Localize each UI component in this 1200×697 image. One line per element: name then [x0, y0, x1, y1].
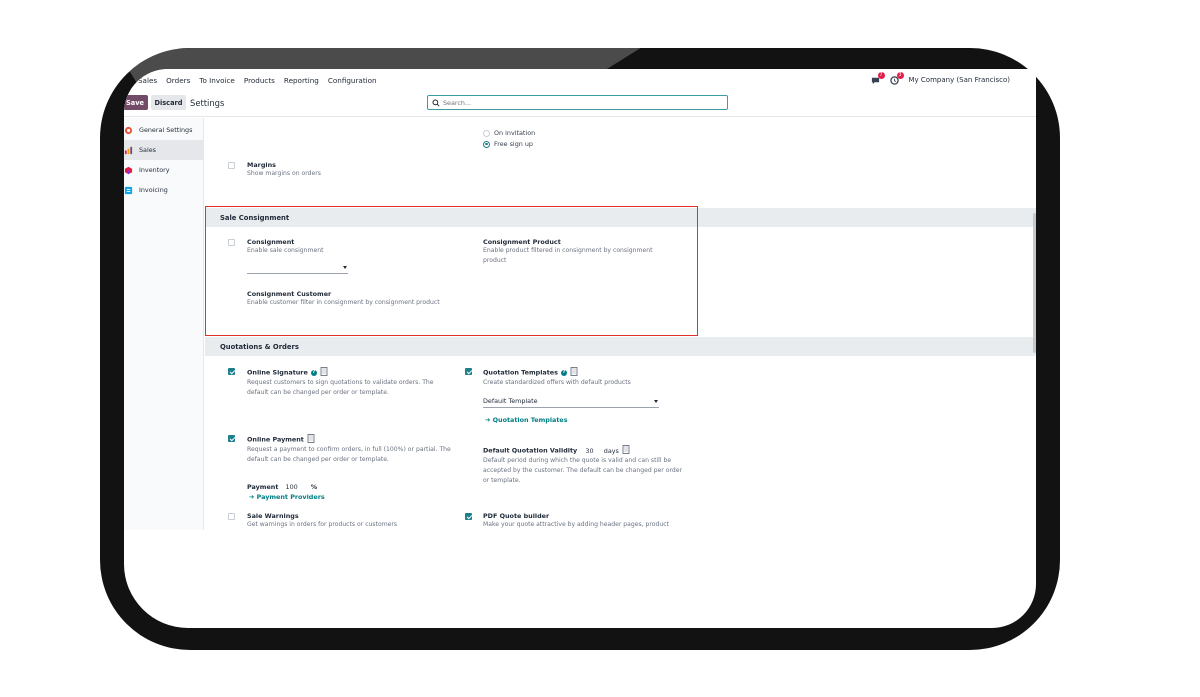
messages-badge: 7	[877, 71, 885, 79]
sale-warnings-title: Sale Warnings	[247, 512, 299, 520]
search-box[interactable]	[427, 95, 728, 110]
search-input[interactable]	[443, 98, 723, 107]
sale-warnings-desc: Get warnings in orders for products or c…	[247, 521, 398, 528]
margins-desc: Show margins on orders	[247, 170, 321, 177]
online-payment-checkbox[interactable]	[228, 435, 235, 442]
default-validity-setting: Default Quotation Validity 30 days Defau…	[483, 445, 683, 486]
sidebar-item-label: Inventory	[139, 166, 170, 174]
top-navbar: Sales Orders To Invoice Products Reporti…	[124, 69, 1036, 91]
activities-icon[interactable]: 3	[889, 71, 904, 85]
sidebar-item-sales[interactable]: Sales	[124, 140, 203, 160]
margins-title: Margins	[247, 161, 276, 169]
radio-label: Free sign up	[494, 140, 533, 148]
activities-badge: 3	[896, 71, 904, 79]
online-signature-title: Online Signature?	[247, 367, 452, 378]
discard-button[interactable]: Discard	[151, 95, 186, 110]
quotation-templates-title: Quotation Templates?	[483, 367, 683, 378]
online-signature-label: Online Signature	[247, 368, 308, 377]
online-payment-title: Online Payment	[247, 434, 452, 445]
default-template-select[interactable]: Default Template	[483, 397, 659, 408]
building-icon	[622, 445, 630, 456]
arrow-right-icon: ➔	[249, 493, 255, 501]
app-screen: Sales Orders To Invoice Products Reporti…	[124, 69, 1036, 628]
default-validity-label: Default Quotation Validity	[483, 446, 578, 455]
pdf-quote-builder-setting: PDF Quote builder Make your quote attrac…	[483, 512, 688, 530]
validity-unit: days	[603, 446, 619, 455]
help-icon[interactable]: ?	[310, 369, 317, 376]
radio-free-sign-up[interactable]: Free sign up	[483, 140, 533, 148]
quotation-templates-checkbox[interactable]	[465, 368, 472, 375]
payment-value-input[interactable]: 100	[286, 483, 298, 491]
inventory-icon	[124, 166, 133, 175]
company-switcher[interactable]: My Company (San Francisco)	[909, 76, 1010, 84]
quotation-templates-setting: Quotation Templates? Create standardized…	[483, 367, 683, 388]
quotation-templates-label: Quotation Templates	[483, 368, 558, 377]
nav-configuration[interactable]: Configuration	[328, 76, 377, 85]
radio-button[interactable]	[483, 129, 490, 137]
radio-on-invitation[interactable]: On invitation	[483, 129, 535, 137]
nav-to-invoice[interactable]: To Invoice	[199, 76, 235, 85]
navbar-systray: 7 3 My Company (San Francisco)	[871, 69, 1010, 91]
pdf-quote-builder-desc: Make your quote attractive by adding hea…	[483, 521, 669, 528]
sidebar-item-label: Sales	[139, 146, 157, 154]
sidebar-item-general-settings[interactable]: General Settings	[124, 120, 203, 140]
search-icon	[432, 98, 440, 107]
payment-providers-link-label: Payment Providers	[256, 493, 325, 501]
sidebar-item-label: General Settings	[139, 126, 193, 134]
payment-label: Payment	[247, 483, 279, 491]
invoicing-icon	[124, 186, 133, 195]
help-icon[interactable]: ?	[560, 369, 567, 376]
sales-icon	[124, 146, 133, 155]
quotation-templates-link-label: Quotation Templates	[492, 416, 568, 424]
sidebar-item-invoicing[interactable]: Invoicing	[124, 180, 203, 200]
sidebar-item-label: Invoicing	[139, 186, 168, 194]
radio-button[interactable]	[483, 140, 490, 148]
default-validity-title: Default Quotation Validity 30 days	[483, 445, 683, 456]
margins-checkbox[interactable]	[228, 162, 235, 169]
building-icon	[320, 367, 328, 378]
sale-warnings-setting: Sale Warnings Get warnings in orders for…	[247, 512, 452, 530]
page-title: Settings	[190, 98, 225, 108]
online-signature-desc: Request customers to sign quotations to …	[247, 379, 434, 396]
settings-content: On invitation Free sign up Margins Show …	[205, 118, 1036, 530]
online-signature-setting: Online Signature? Request customers to s…	[247, 367, 452, 398]
default-validity-desc: Default period during which the quote is…	[483, 457, 682, 484]
nav-products[interactable]: Products	[244, 76, 275, 85]
nav-reporting[interactable]: Reporting	[284, 76, 319, 85]
chevron-down-icon	[654, 400, 658, 403]
online-payment-setting: Online Payment Request a payment to conf…	[247, 434, 452, 465]
building-icon	[570, 367, 578, 378]
payment-unit: %	[310, 483, 318, 491]
content-scrollbar[interactable]	[1033, 213, 1036, 353]
payment-providers-link[interactable]: ➔ Payment Providers	[249, 493, 325, 501]
control-panel: Save Discard Settings	[124, 92, 1036, 117]
payment-percent-row: Payment 100 %	[247, 474, 317, 493]
settings-sidebar: General Settings Sales Inventory Invoici…	[124, 118, 204, 530]
online-signature-checkbox[interactable]	[228, 368, 235, 375]
pdf-quote-builder-checkbox[interactable]	[465, 513, 472, 520]
online-payment-desc: Request a payment to confirm orders, in …	[247, 446, 451, 463]
highlight-box	[205, 206, 698, 336]
sale-warnings-checkbox[interactable]	[228, 513, 235, 520]
nav-app-sales[interactable]: Sales	[138, 76, 157, 85]
save-button[interactable]: Save	[124, 95, 148, 110]
building-icon	[307, 434, 315, 445]
radio-label: On invitation	[494, 129, 536, 137]
section-quotations-orders: Quotations & Orders	[205, 337, 1036, 356]
general-settings-icon	[124, 126, 133, 135]
messages-icon[interactable]: 7	[871, 71, 885, 85]
pdf-quote-builder-title: PDF Quote builder	[483, 512, 550, 520]
quotation-templates-desc: Create standardized offers with default …	[483, 379, 631, 386]
sidebar-item-inventory[interactable]: Inventory	[124, 160, 203, 180]
nav-orders[interactable]: Orders	[166, 76, 190, 85]
default-template-value: Default Template	[483, 397, 538, 405]
arrow-right-icon: ➔	[485, 416, 491, 424]
margins-setting: Margins Show margins on orders	[247, 161, 321, 179]
quotation-templates-link[interactable]: ➔ Quotation Templates	[485, 416, 568, 424]
validity-days-input[interactable]: 30	[585, 447, 593, 455]
online-payment-label: Online Payment	[247, 435, 304, 444]
